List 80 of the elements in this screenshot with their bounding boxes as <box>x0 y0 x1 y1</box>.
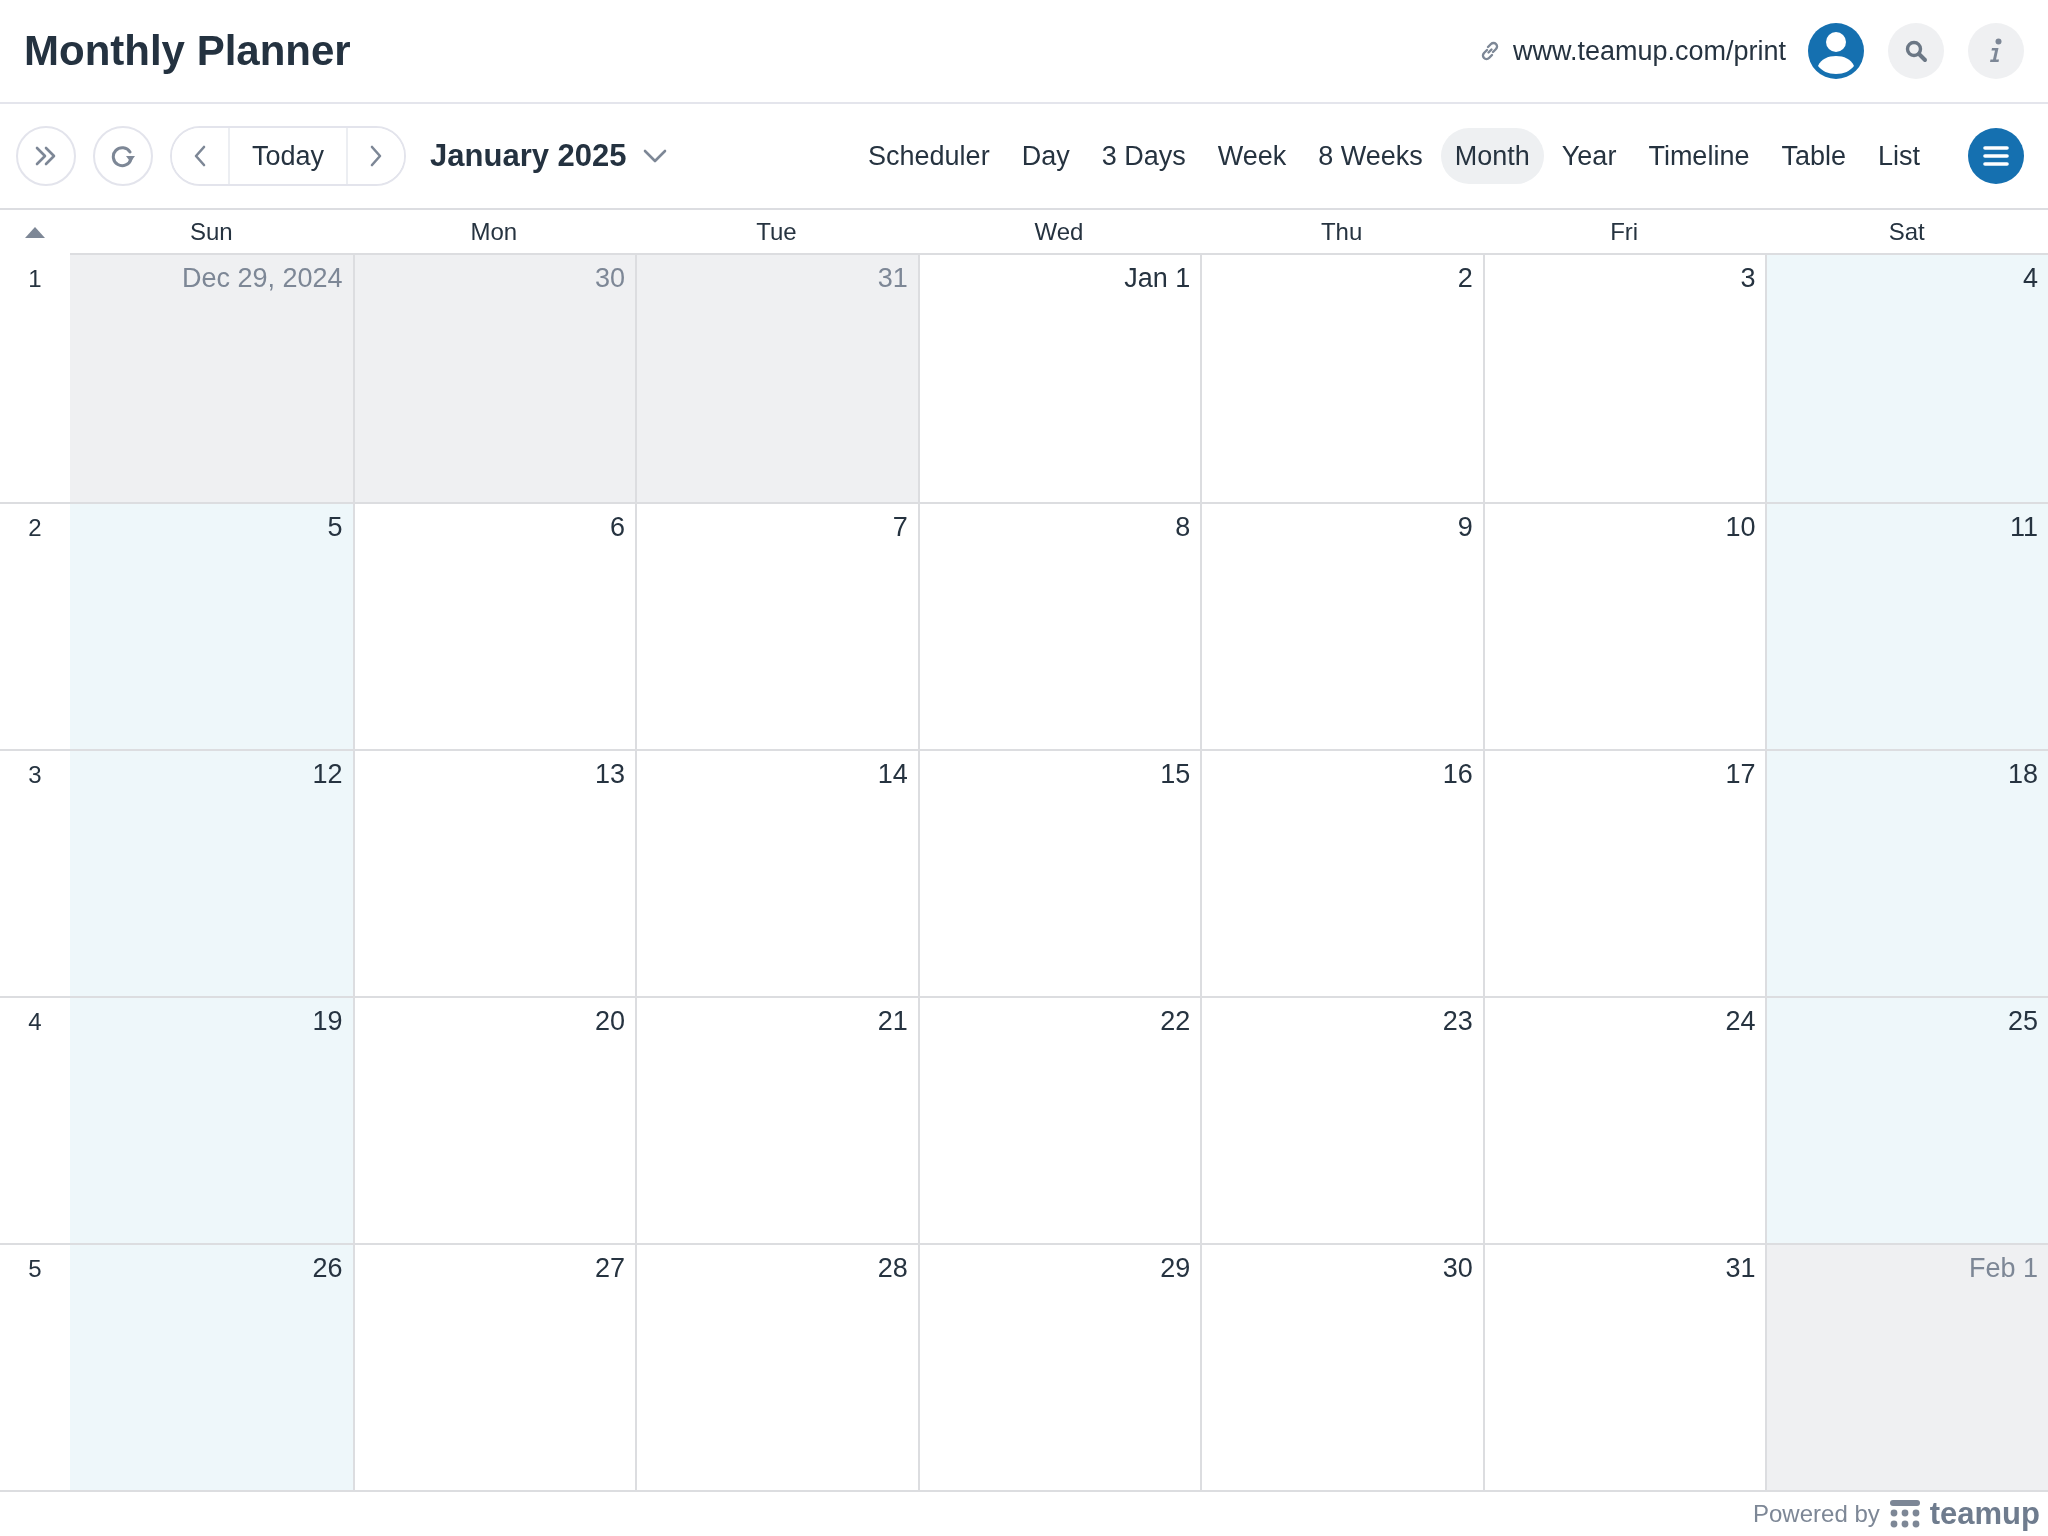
date-label: 30 <box>1442 1253 1473 1283</box>
weekday-label: Fri <box>1610 217 1639 246</box>
view-tab[interactable]: Year <box>1547 128 1631 184</box>
view-tab[interactable]: List <box>1863 128 1934 184</box>
date-label: 11 <box>2009 512 2038 542</box>
week-number: 2 <box>28 514 42 543</box>
date-label: 31 <box>877 263 908 293</box>
weekday-label: Sat <box>1888 217 1925 246</box>
date-label: Feb 1 <box>1968 1253 2038 1283</box>
powered-by-label: Powered by <box>1753 1500 1880 1528</box>
date-label: 23 <box>1442 1006 1473 1036</box>
week-number: 3 <box>28 761 42 790</box>
date-label: 30 <box>595 263 626 293</box>
date-label: 7 <box>892 512 908 542</box>
menu-icon <box>1983 146 2009 166</box>
calendar-title: Monthly Planner <box>24 27 351 75</box>
refresh-button[interactable] <box>93 126 153 186</box>
today-button[interactable]: Today <box>228 128 349 184</box>
user-avatar-icon <box>1808 23 1864 79</box>
date-label: 15 <box>1160 759 1191 789</box>
date-label: 17 <box>1725 759 1756 789</box>
brand-name: teamup <box>1929 1496 2040 1532</box>
date-label: Jan 1 <box>1124 263 1191 293</box>
info-icon <box>1989 38 2003 64</box>
date-label: 24 <box>1725 1006 1756 1036</box>
weekday-label: Sun <box>189 217 233 246</box>
print-link[interactable]: www.teamup.com/print <box>1478 35 1786 67</box>
date-label: 19 <box>312 1006 343 1036</box>
caret-up-icon[interactable] <box>25 227 45 238</box>
menu-button[interactable] <box>1968 128 2024 184</box>
date-label: 4 <box>2022 263 2038 293</box>
weekday-label: Wed <box>1034 217 1084 246</box>
weekday-label: Tue <box>756 217 797 246</box>
date-label: 8 <box>1175 512 1191 542</box>
chevron-left-icon <box>194 145 206 167</box>
chevron-down-icon <box>642 149 667 163</box>
weekday-label: Mon <box>470 217 518 246</box>
date-label: 31 <box>1725 1253 1756 1283</box>
account-button[interactable] <box>1808 23 1864 79</box>
date-label: 14 <box>877 759 908 789</box>
refresh-icon <box>110 144 136 168</box>
sidebar-toggle-button[interactable] <box>16 126 76 186</box>
date-label: 16 <box>1442 759 1473 789</box>
date-label: 20 <box>595 1006 626 1036</box>
date-label: 5 <box>327 512 343 542</box>
date-label: 21 <box>877 1006 908 1036</box>
date-label: 27 <box>595 1253 626 1283</box>
date-label: 2 <box>1457 263 1473 293</box>
search-button[interactable] <box>1888 23 1944 79</box>
week-number: 5 <box>28 1255 42 1284</box>
dots-logo-icon <box>1889 1500 1920 1528</box>
date-picker-button[interactable]: January 2025 <box>430 138 667 174</box>
date-label: 29 <box>1160 1253 1191 1283</box>
chevron-right-icon <box>370 145 383 167</box>
view-tab[interactable]: 3 Days <box>1087 128 1200 184</box>
view-tab[interactable]: Day <box>1007 128 1084 184</box>
search-icon <box>1904 39 1928 63</box>
info-button[interactable] <box>1968 23 2024 79</box>
view-tab[interactable]: Scheduler <box>854 128 1004 184</box>
date-label: 18 <box>2007 759 2038 789</box>
date-label: 9 <box>1457 512 1473 542</box>
date-label: 6 <box>610 512 626 542</box>
view-tab[interactable]: Timeline <box>1634 128 1764 184</box>
view-tab[interactable]: Week <box>1203 128 1301 184</box>
week-number: 1 <box>28 265 42 294</box>
view-tab[interactable]: Table <box>1767 128 1860 184</box>
weekday-label: Thu <box>1320 217 1363 246</box>
view-tab[interactable]: Month <box>1440 128 1544 184</box>
double-chevron-icon <box>35 146 57 166</box>
view-tab[interactable]: 8 Weeks <box>1304 128 1437 184</box>
week-number: 4 <box>28 1008 42 1037</box>
date-label: 26 <box>312 1253 343 1283</box>
date-label: 25 <box>2007 1006 2038 1036</box>
date-label: 10 <box>1725 512 1756 542</box>
date-label: 3 <box>1740 263 1756 293</box>
date-label: 22 <box>1160 1006 1191 1036</box>
date-label: 28 <box>877 1253 908 1283</box>
date-label: 12 <box>312 759 343 789</box>
date-label: Dec 29, 2024 <box>181 263 343 293</box>
date-label: 13 <box>595 759 626 789</box>
